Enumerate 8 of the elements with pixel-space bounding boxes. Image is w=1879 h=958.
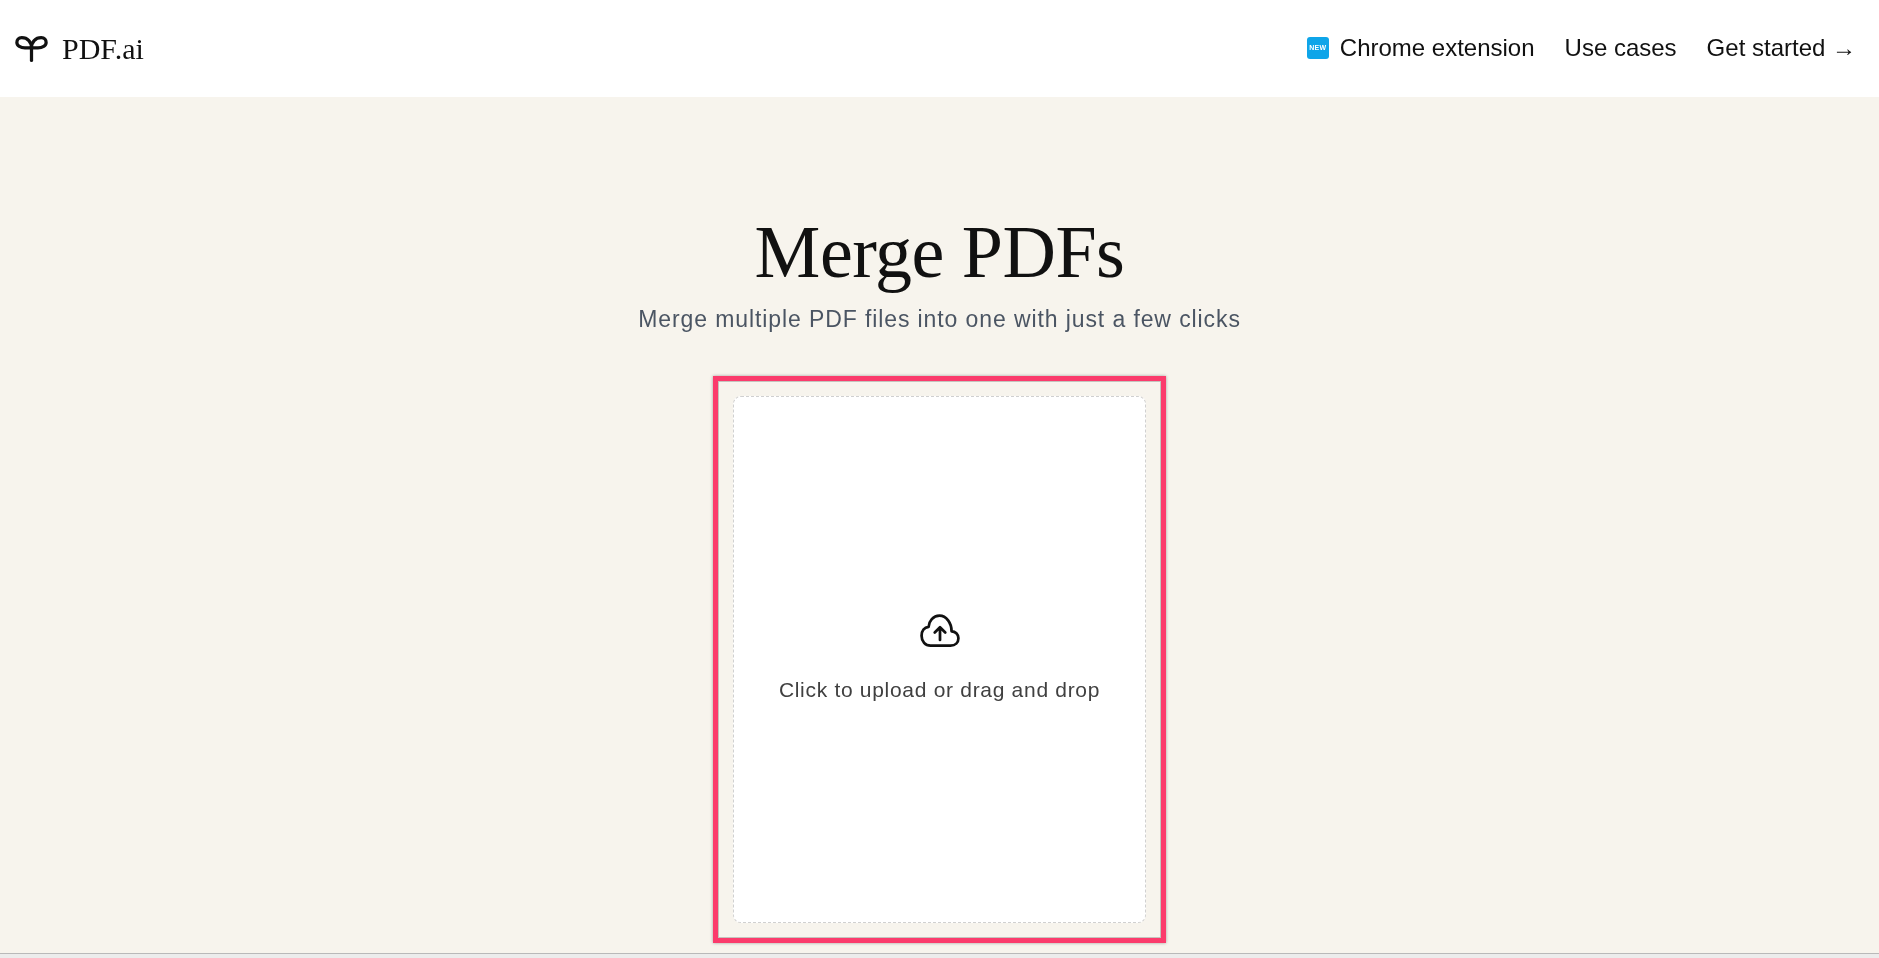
nav-link[interactable]: Chrome extension — [1339, 34, 1535, 63]
cloud-upload-icon — [919, 614, 960, 649]
page-subtitle: Merge multiple PDF files into one with just a few clicks — [638, 305, 1241, 334]
nav-link[interactable]: Use cases — [1564, 34, 1677, 63]
sprout-icon — [15, 35, 48, 62]
upload-dropzone[interactable]: Click to upload or drag and drop — [733, 396, 1146, 924]
home-link[interactable]: PDF.ai — [15, 26, 144, 71]
nav-link[interactable]: Get started → — [1706, 34, 1856, 63]
